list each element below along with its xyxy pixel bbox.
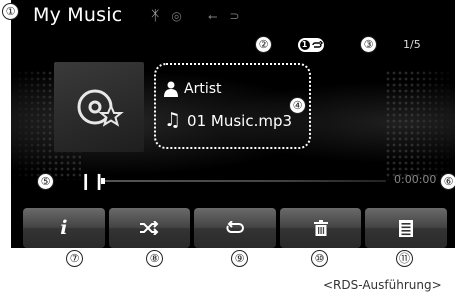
callout-5: ⑤ [37,173,54,190]
elapsed-time: 0:00:00 [394,173,437,186]
usb-icon: ⭠ [207,8,218,23]
file-row: ♫ 01 Music.mp3 [164,111,292,130]
album-art [54,62,144,152]
music-note-icon: ♫ [164,109,182,131]
music-player-screen: My Music ᛡ ◎ ⭠ ⊃ 1 1/5 Artist ♫ 01 Music [11,0,455,248]
toolbar: i [11,208,455,248]
repeat-badge-number: 1 [299,40,310,50]
shuffle-button[interactable] [108,208,191,248]
bluetooth-icon: ᛡ [151,8,160,24]
callout-10: ⑩ [311,250,328,267]
file-name: 01 Music.mp3 [187,111,293,130]
list-icon [399,219,414,237]
callout-4: ④ [289,97,306,114]
callout-2: ② [255,36,272,53]
repeat-icon [226,221,244,233]
info-icon: i [60,217,68,239]
shuffle-icon [140,221,159,235]
disc-status-icon: ◎ [171,9,182,23]
callout-9: ⑨ [231,250,248,267]
callout-6: ⑥ [440,173,455,190]
trash-icon [313,220,328,236]
track-count: 1/5 [403,38,421,51]
status-icons: ᛡ ◎ ⭠ ⊃ [151,8,240,24]
aux-icon: ⊃ [229,9,240,23]
repeat-button[interactable] [194,208,276,248]
callout-11: ⑪ [396,250,413,267]
artist-row: Artist [164,81,222,97]
progress-knob[interactable] [101,178,105,184]
callout-8: ⑧ [146,250,163,267]
repeat-one-badge: 1 [298,38,324,52]
progress-bar[interactable] [101,178,386,184]
artist-name: Artist [184,81,222,97]
callout-1: ① [2,3,19,20]
music-disc-icon [77,89,124,127]
delete-button[interactable] [279,208,362,248]
info-button[interactable]: i [23,208,105,248]
repeat-badge-icon [311,41,323,48]
caption: <RDS-Ausführung> [323,278,442,292]
list-button[interactable] [365,208,447,248]
speaker-dots-right [385,70,455,180]
callout-7: ⑦ [66,250,83,267]
page-title: My Music [33,4,123,26]
person-icon [164,81,178,97]
track-info-box[interactable]: Artist ♫ 01 Music.mp3 [154,63,311,149]
callout-3: ③ [360,36,377,53]
